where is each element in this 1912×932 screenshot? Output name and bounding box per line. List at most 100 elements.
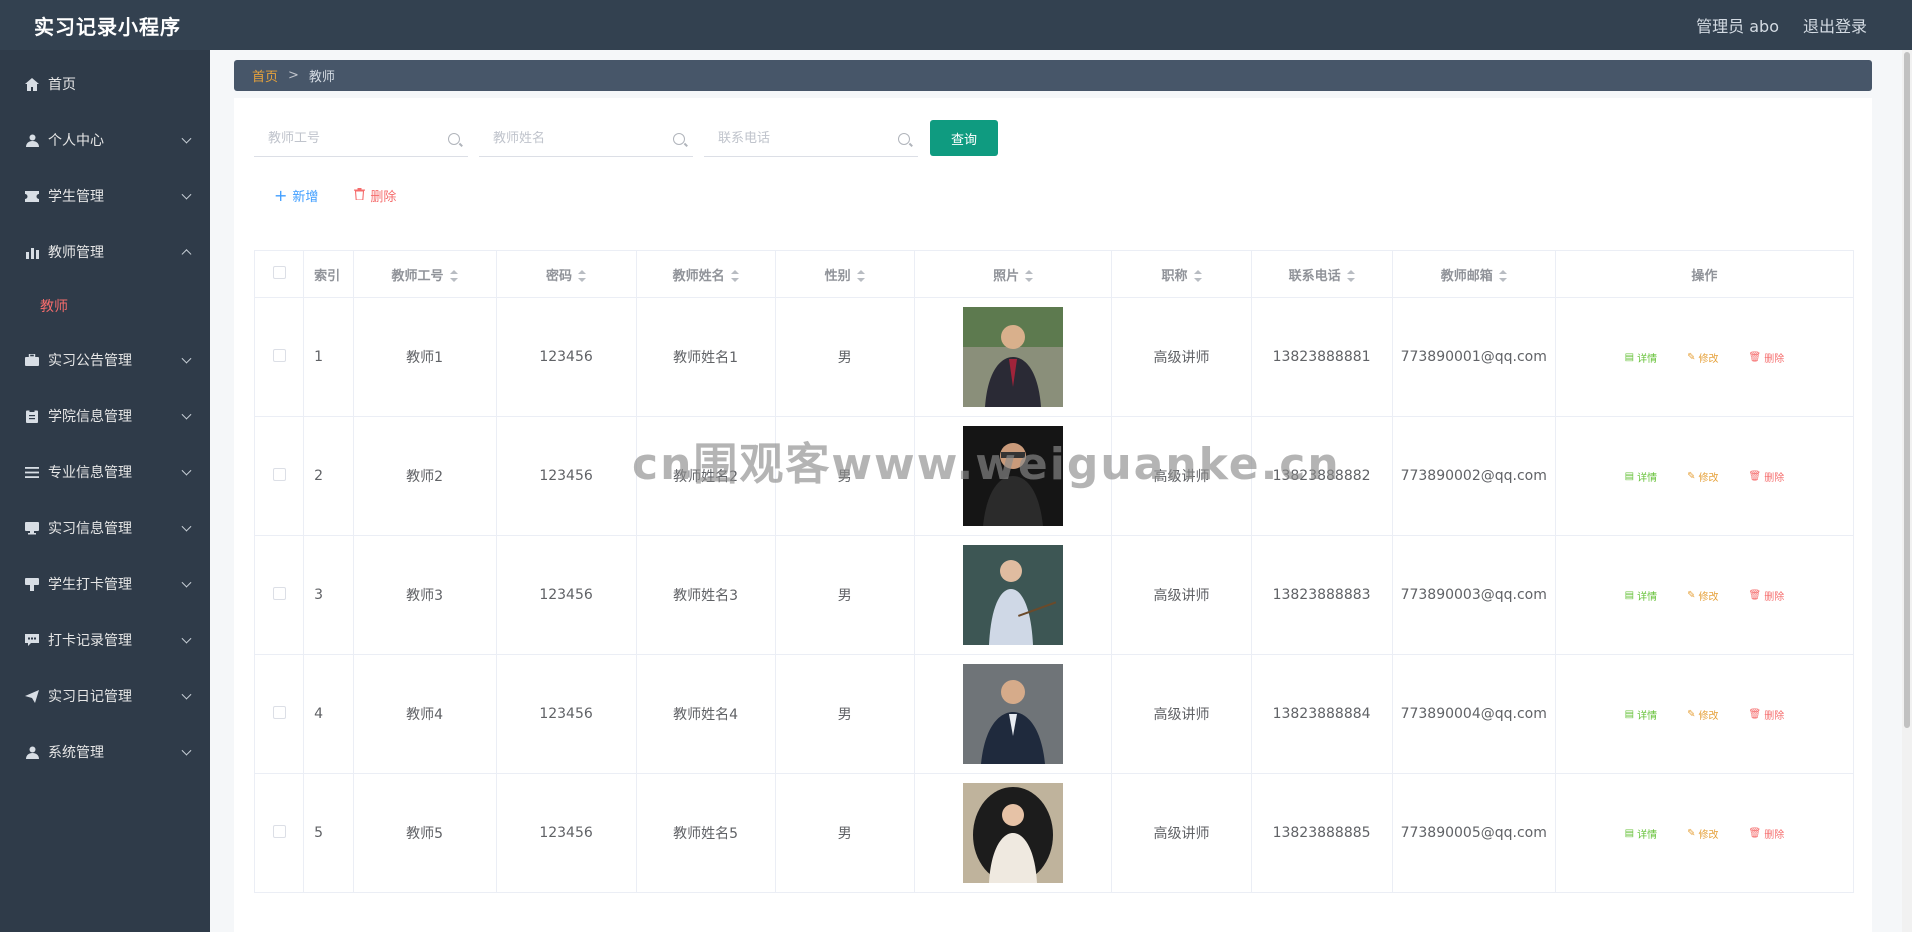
breadcrumb-home[interactable]: 首页 — [252, 66, 278, 85]
select-all-checkbox[interactable] — [272, 265, 286, 279]
teacher-photo[interactable] — [963, 783, 1064, 883]
delete-button[interactable]: 🗑 删除 — [1749, 350, 1785, 365]
gender-cell: 男 — [774, 416, 915, 536]
sidebar-item-label: 实习信息管理 — [48, 521, 132, 537]
bar-chart-icon — [24, 244, 40, 260]
sort-icon[interactable] — [730, 270, 739, 282]
password-header[interactable]: 密码 — [495, 250, 637, 298]
edit-button[interactable]: ✎ 修改 — [1687, 707, 1718, 722]
scrollbar-thumb[interactable] — [1904, 52, 1910, 728]
edit-button[interactable]: ✎ 修改 — [1687, 469, 1718, 484]
row-checkbox[interactable] — [272, 586, 286, 600]
sidebar-item-student-management[interactable]: 学生管理 — [0, 168, 210, 224]
sidebar-item-home[interactable]: 首页 — [0, 56, 210, 112]
sidebar-item-diary-management[interactable]: 实习日记管理 — [0, 668, 210, 724]
title-header[interactable]: 职称 — [1111, 250, 1252, 298]
header-label: 性别 — [824, 268, 851, 284]
header-label: 职称 — [1161, 268, 1188, 284]
row-checkbox[interactable] — [272, 705, 286, 719]
gender-header[interactable]: 性别 — [774, 250, 915, 298]
sort-icon[interactable] — [1346, 270, 1355, 282]
sort-icon[interactable] — [856, 270, 865, 282]
sort-icon[interactable] — [449, 270, 458, 282]
sort-icon[interactable] — [1025, 270, 1034, 282]
title-cell: 高级讲师 — [1111, 654, 1252, 774]
header-label: 教师工号 — [391, 268, 444, 284]
row-checkbox[interactable] — [272, 348, 286, 362]
password-cell: 123456 — [495, 297, 637, 417]
teacher-id-input[interactable] — [268, 131, 438, 146]
teacher-name-input[interactable] — [493, 131, 663, 146]
app-title: 实习记录小程序 — [34, 14, 181, 39]
teacher-photo[interactable] — [963, 545, 1064, 645]
add-label: 新增 — [292, 190, 319, 205]
sidebar-item-label: 学院信息管理 — [48, 409, 132, 425]
row-checkbox[interactable] — [272, 824, 286, 838]
detail-button[interactable]: ▤ 详情 — [1625, 826, 1657, 841]
trash-icon: 🗑 — [1748, 351, 1762, 363]
index-cell: 5 — [303, 773, 354, 893]
edit-button[interactable]: ✎ 修改 — [1687, 588, 1718, 603]
phone-cell: 13823888882 — [1250, 416, 1393, 536]
teacher-id-header[interactable]: 教师工号 — [352, 250, 497, 298]
edit-button[interactable]: ✎ 修改 — [1687, 350, 1718, 365]
photo-header[interactable]: 照片 — [913, 250, 1113, 298]
teacher-photo[interactable] — [963, 664, 1064, 764]
user-name[interactable]: 管理员 abo — [1696, 13, 1779, 37]
password-cell: 123456 — [495, 773, 637, 893]
detail-button[interactable]: ▤ 详情 — [1625, 350, 1657, 365]
sidebar-item-checkin-record-management[interactable]: 打卡记录管理 — [0, 612, 210, 668]
logout-link[interactable]: 退出登录 — [1803, 13, 1867, 37]
sort-icon[interactable] — [1193, 270, 1202, 282]
chevron-down-icon — [181, 577, 192, 588]
select-all-header — [253, 250, 305, 298]
add-button[interactable]: + 新增 — [274, 186, 318, 205]
sidebar-subitem-teacher[interactable]: 教师 — [0, 280, 210, 332]
sidebar-item-label: 实习公告管理 — [48, 353, 132, 369]
query-button[interactable]: 查询 — [930, 120, 998, 156]
teacher-name-field — [479, 121, 693, 157]
batch-delete-button[interactable]: 删除 — [354, 186, 396, 205]
sort-icon[interactable] — [578, 270, 587, 282]
row-actions: ▤ 详情 ✎ 修改 🗑 删除 — [1556, 588, 1853, 603]
email-header[interactable]: 教师邮箱 — [1391, 250, 1556, 298]
photo-cell — [913, 773, 1113, 893]
title-cell: 高级讲师 — [1111, 773, 1252, 893]
detail-button[interactable]: ▤ 详情 — [1625, 588, 1657, 603]
delete-button[interactable]: 🗑 删除 — [1749, 707, 1785, 722]
index-header: 索引 — [303, 250, 354, 298]
teacher-photo[interactable] — [963, 426, 1064, 526]
teacher-table: 索引 教师工号 密码 教师姓名 性别 照片 职称 联系电话 教师邮箱 操作 1 — [253, 250, 1855, 893]
sidebar-item-checkin-management[interactable]: 学生打卡管理 — [0, 556, 210, 612]
edit-label: 修改 — [1698, 829, 1719, 841]
teacher-name-header[interactable]: 教师姓名 — [635, 250, 776, 298]
edit-button[interactable]: ✎ 修改 — [1687, 826, 1718, 841]
detail-button[interactable]: ▤ 详情 — [1625, 707, 1657, 722]
detail-label: 详情 — [1637, 353, 1658, 365]
index-cell: 4 — [303, 654, 354, 774]
delete-button[interactable]: 🗑 删除 — [1749, 469, 1785, 484]
pencil-icon: ✎ — [1687, 827, 1696, 839]
gender-cell: 男 — [774, 773, 915, 893]
phone-header[interactable]: 联系电话 — [1250, 250, 1393, 298]
teacher-photo[interactable] — [963, 307, 1064, 407]
sidebar-item-teacher-management[interactable]: 教师管理 — [0, 224, 210, 280]
sidebar-item-internship-management[interactable]: 实习信息管理 — [0, 500, 210, 556]
sidebar-item-college-management[interactable]: 学院信息管理 — [0, 388, 210, 444]
document-icon: ▤ — [1624, 708, 1635, 720]
sidebar-item-personal-center[interactable]: 个人中心 — [0, 112, 210, 168]
operations-header: 操作 — [1554, 250, 1855, 298]
index-cell: 1 — [303, 297, 354, 417]
trash-icon: 🗑 — [1748, 470, 1762, 482]
sort-icon[interactable] — [1498, 270, 1507, 282]
detail-button[interactable]: ▤ 详情 — [1625, 469, 1657, 484]
sidebar-item-major-management[interactable]: 专业信息管理 — [0, 444, 210, 500]
sidebar-item-label: 学生打卡管理 — [48, 577, 132, 593]
teacher-name-cell: 教师姓名3 — [635, 535, 776, 655]
sidebar-item-system-management[interactable]: 系统管理 — [0, 724, 210, 780]
delete-button[interactable]: 🗑 删除 — [1749, 588, 1785, 603]
sidebar-item-notice-management[interactable]: 实习公告管理 — [0, 332, 210, 388]
phone-input[interactable] — [718, 131, 888, 146]
row-checkbox[interactable] — [272, 467, 286, 481]
delete-button[interactable]: 🗑 删除 — [1749, 826, 1785, 841]
